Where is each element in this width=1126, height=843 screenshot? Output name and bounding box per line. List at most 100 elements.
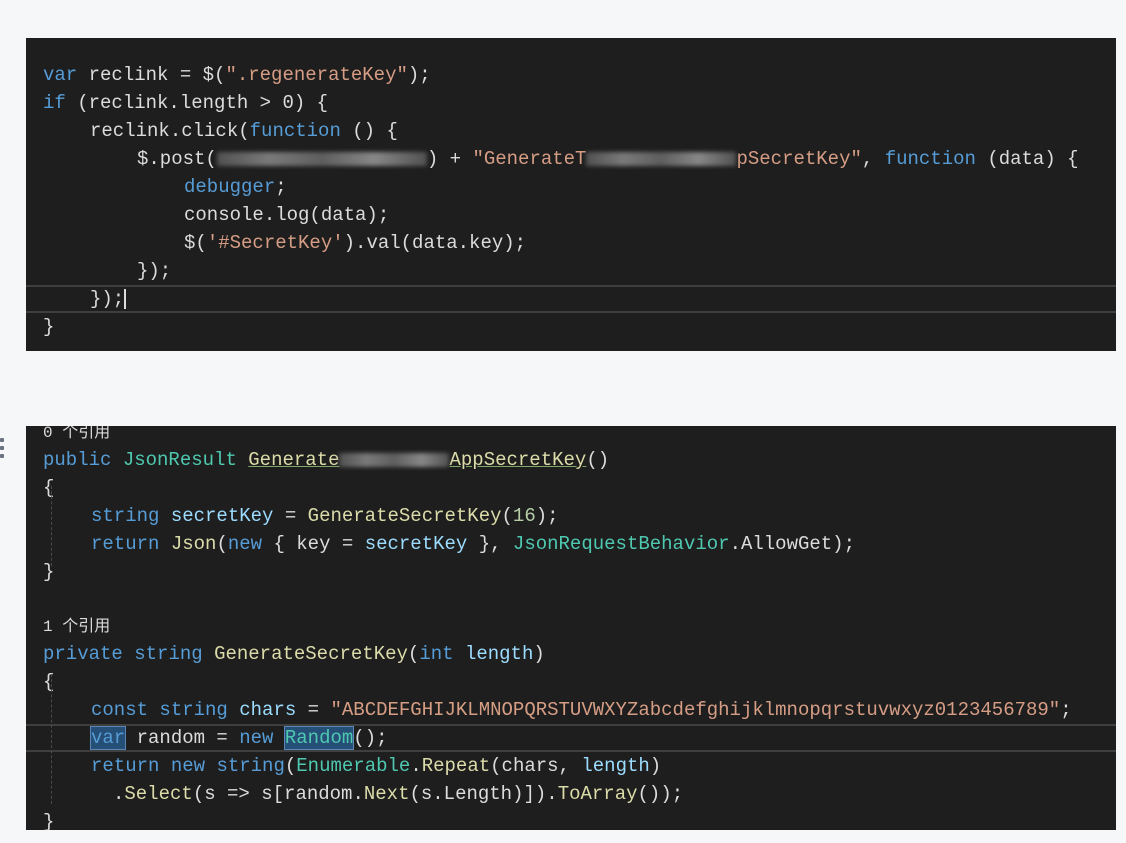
redacted-blur: [216, 151, 427, 166]
code-token: =: [296, 699, 331, 721]
code-token: reclink = $(: [77, 64, 226, 86]
code-token: "GenerateT: [472, 148, 587, 170]
code-line[interactable]: }: [26, 558, 1116, 586]
code-line[interactable]: private string GenerateSecretKey(int len…: [26, 640, 1116, 668]
code-line[interactable]: $('#SecretKey').val(data.key);: [26, 229, 1116, 257]
code-token: length: [464, 643, 534, 665]
code-line[interactable]: .Select(s => s[random.Next(s.Length)]).T…: [26, 780, 1116, 808]
code-token: Random: [283, 726, 355, 750]
code-line[interactable]: console.log(data);: [26, 201, 1116, 229]
code-token: () {: [340, 120, 398, 142]
code-token: random =: [125, 727, 240, 749]
code-token: new: [239, 727, 274, 749]
code-token: new: [170, 755, 206, 777]
reference-count-lens[interactable]: 0 个引用: [26, 426, 1116, 446]
code-token: ): [533, 643, 545, 665]
code-line[interactable]: {: [26, 668, 1116, 696]
code-token: secretKey: [364, 533, 468, 555]
code-line[interactable]: public JsonResult Generate AppSecretKey(): [26, 446, 1116, 474]
code-token: { key =: [262, 533, 365, 555]
code-token: (): [586, 449, 610, 471]
code-token: (data) {: [975, 148, 1079, 170]
code-line[interactable]: var reclink = $(".regenerateKey");: [26, 61, 1116, 89]
code-line[interactable]: }: [26, 808, 1116, 830]
code-line[interactable]: debugger;: [26, 173, 1116, 201]
code-line[interactable]: if (reclink.length > 0) {: [26, 89, 1116, 117]
code-token: ;: [275, 176, 287, 198]
code-token: Repeat: [421, 755, 491, 777]
code-token: ".regenerateKey": [225, 64, 408, 86]
code-token: Select: [124, 783, 193, 805]
code-line[interactable]: string secretKey = GenerateSecretKey(16)…: [26, 502, 1116, 530]
code-token: }: [43, 811, 55, 830]
text-caret: [124, 288, 127, 309]
code-token: pSecretKey": [736, 148, 862, 170]
code-token: {: [43, 671, 55, 693]
code-token: int: [419, 643, 454, 665]
code-token: ): [649, 755, 662, 777]
code-token: 1 个引用: [43, 618, 111, 636]
code-line[interactable]: var random = new Random();: [26, 724, 1116, 752]
code-token: console.log(data);: [184, 204, 390, 226]
code-token: function: [249, 120, 341, 142]
code-line[interactable]: }: [26, 313, 1116, 341]
code-token: Json: [170, 533, 217, 555]
code-token: GenerateSecretKey: [214, 643, 408, 665]
reference-count-lens[interactable]: 1 个引用: [26, 614, 1116, 640]
csharp-code-panel: 0 个引用 public JsonResult Generate AppSecret…: [26, 426, 1116, 830]
code-line[interactable]: });: [26, 257, 1116, 285]
code-line[interactable]: return Json(new { key = secretKey }, Jso…: [26, 530, 1116, 558]
code-token: },: [467, 533, 513, 555]
code-token: ();: [353, 727, 388, 749]
code-line[interactable]: [26, 586, 1116, 614]
code-token: Generate: [248, 449, 340, 471]
code-token: 0 个引用: [43, 426, 111, 442]
side-handle-dots[interactable]: [0, 438, 6, 462]
code-token: Next: [363, 783, 410, 805]
code-token: string: [91, 505, 160, 527]
code-line[interactable]: const string chars = "ABCDEFGHIJKLMNOPQR…: [26, 696, 1116, 724]
code-token: reclink.click(: [90, 120, 250, 142]
code-token: (: [284, 755, 297, 777]
code-line[interactable]: {: [26, 474, 1116, 502]
code-token: {: [43, 477, 55, 499]
code-token: function: [884, 148, 976, 170]
code-token: private: [43, 643, 123, 665]
code-token: AppSecretKey: [449, 449, 587, 471]
code-line[interactable]: reclink.click(function () {: [26, 117, 1116, 145]
code-token: debugger: [184, 176, 276, 198]
code-token: (: [216, 533, 228, 555]
code-token: (: [407, 643, 420, 665]
code-line[interactable]: $.post( ) + "GenerateT pSecretKey", functi…: [26, 145, 1116, 173]
code-token: "ABCDEFGHIJKLMNOPQRSTUVWXYZabcdefghijklm…: [330, 699, 1061, 721]
code-token: if: [43, 92, 66, 114]
code-line[interactable]: });: [26, 285, 1116, 313]
code-token: ,: [861, 148, 885, 170]
code-token: var: [43, 64, 78, 86]
code-token: (s.Length)]).: [409, 783, 558, 805]
code-token: .: [113, 783, 125, 805]
code-token: string: [134, 643, 203, 665]
indent-guide: [51, 486, 52, 566]
code-token: secretKey: [170, 505, 274, 527]
code-token: string: [159, 699, 228, 721]
code-token: ());: [637, 783, 684, 805]
code-token: 16: [512, 505, 536, 527]
code-token: );: [407, 64, 431, 86]
code-token: }: [43, 561, 55, 583]
code-token: ) +: [426, 148, 473, 170]
code-token: JsonRequestBehavior: [512, 533, 730, 555]
code-token: $(: [184, 232, 207, 254]
code-token: public: [43, 449, 112, 471]
code-token: ToArray: [557, 783, 638, 805]
code-line[interactable]: return new string(Enumerable.Repeat(char…: [26, 752, 1116, 780]
code-token: $.post(: [137, 148, 217, 170]
